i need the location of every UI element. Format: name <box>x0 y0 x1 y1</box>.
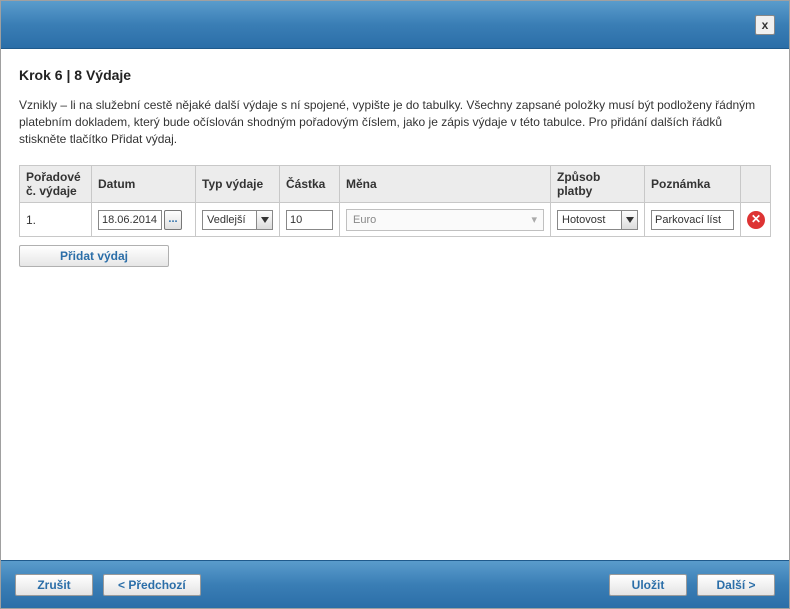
note-input[interactable] <box>651 210 734 230</box>
payment-select[interactable]: Hotovost <box>557 210 638 230</box>
close-icon: ✕ <box>751 212 761 226</box>
date-picker-button[interactable]: ... <box>164 210 182 230</box>
currency-select-value: Euro <box>353 214 376 226</box>
next-button[interactable]: Další > <box>697 574 775 596</box>
dialog-content: Krok 6 | 8 Výdaje Vznikly – li na služeb… <box>1 49 789 560</box>
date-input[interactable] <box>98 210 162 230</box>
cell-delete: ✕ <box>741 203 771 237</box>
step-instructions: Vznikly – li na služební cestě nějaké da… <box>19 97 771 147</box>
table-header-row: Pořadové č. výdaje Datum Typ výdaje Část… <box>20 166 771 203</box>
chevron-down-icon <box>621 211 637 229</box>
cell-type: Vedlejší <box>196 203 280 237</box>
close-button[interactable]: x <box>755 15 775 35</box>
table-row: 1. ... Vedlejší <box>20 203 771 237</box>
col-actions <box>741 166 771 203</box>
chevron-down-icon: ▾ <box>531 213 537 226</box>
cell-order: 1. <box>20 203 92 237</box>
col-order: Pořadové č. výdaje <box>20 166 92 203</box>
col-type: Typ výdaje <box>196 166 280 203</box>
col-date: Datum <box>92 166 196 203</box>
step-title: Krok 6 | 8 Výdaje <box>19 67 771 83</box>
currency-select[interactable]: Euro ▾ <box>346 209 544 231</box>
payment-select-value: Hotovost <box>558 214 621 226</box>
col-currency: Měna <box>340 166 551 203</box>
cell-currency: Euro ▾ <box>340 203 551 237</box>
delete-row-button[interactable]: ✕ <box>747 211 765 229</box>
col-note: Poznámka <box>645 166 741 203</box>
cell-payment: Hotovost <box>551 203 645 237</box>
chevron-down-icon <box>256 211 272 229</box>
type-select-value: Vedlejší <box>203 214 256 226</box>
previous-button[interactable]: < Předchozí <box>103 574 201 596</box>
amount-input[interactable] <box>286 210 333 230</box>
wizard-dialog: x Krok 6 | 8 Výdaje Vznikly – li na služ… <box>0 0 790 609</box>
cancel-button[interactable]: Zrušit <box>15 574 93 596</box>
dialog-footer: Zrušit < Předchozí Uložit Další > <box>1 560 789 608</box>
save-button[interactable]: Uložit <box>609 574 687 596</box>
type-select[interactable]: Vedlejší <box>202 210 273 230</box>
col-amount: Částka <box>280 166 340 203</box>
col-payment: Způsob platby <box>551 166 645 203</box>
add-expense-button[interactable]: Přidat výdaj <box>19 245 169 267</box>
cell-date: ... <box>92 203 196 237</box>
dialog-header: x <box>1 1 789 49</box>
cell-amount <box>280 203 340 237</box>
expenses-table: Pořadové č. výdaje Datum Typ výdaje Část… <box>19 165 771 237</box>
cell-note <box>645 203 741 237</box>
